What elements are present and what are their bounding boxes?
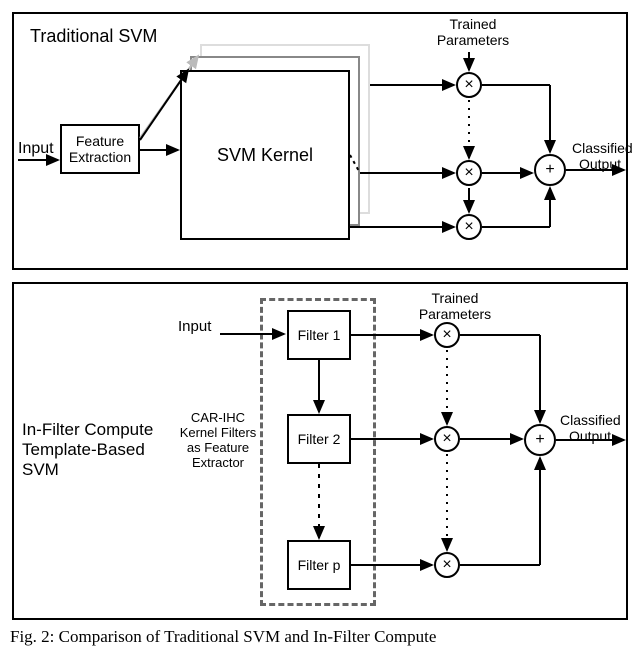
label-output-top: Classified Output [572,140,628,172]
mult-top-1: × [456,72,482,98]
box-filter-1: Filter 1 [287,310,351,360]
label-extractor: CAR-IHC Kernel Filters as Feature Extrac… [178,410,258,470]
box-filter-2: Filter 2 [287,414,351,464]
label-input-top: Input [18,140,54,158]
label-params-bottom: Trained Parameters [410,290,500,322]
sum-top: + [534,154,566,186]
text-filter-1: Filter 1 [298,327,341,343]
figure-caption: Fig. 2: Comparison of Traditional SVM an… [10,627,436,647]
label-output-bottom: Classified Output [560,412,620,444]
diagram-root: Traditional SVM Input Feature Extraction… [0,0,640,653]
mult-top-2: × [456,160,482,186]
box-filter-p: Filter p [287,540,351,590]
box-feature-extraction: Feature Extraction [60,124,140,174]
text-filter-p: Filter p [298,557,341,573]
text-feature-extraction: Feature Extraction [69,133,131,165]
sum-bottom: + [524,424,556,456]
label-params-top: Trained Parameters [428,16,518,48]
title-traditional: Traditional SVM [30,26,157,47]
mult-bot-2: × [434,426,460,452]
text-svm-kernel: SVM Kernel [217,145,313,166]
mult-bot-3: × [434,552,460,578]
label-input-bottom: Input [178,318,211,335]
text-filter-2: Filter 2 [298,431,341,447]
box-kernel-front: SVM Kernel [180,70,350,240]
title-infilter: In-Filter Compute Template-Based SVM [22,420,172,480]
mult-top-3: × [456,214,482,240]
mult-bot-1: × [434,322,460,348]
